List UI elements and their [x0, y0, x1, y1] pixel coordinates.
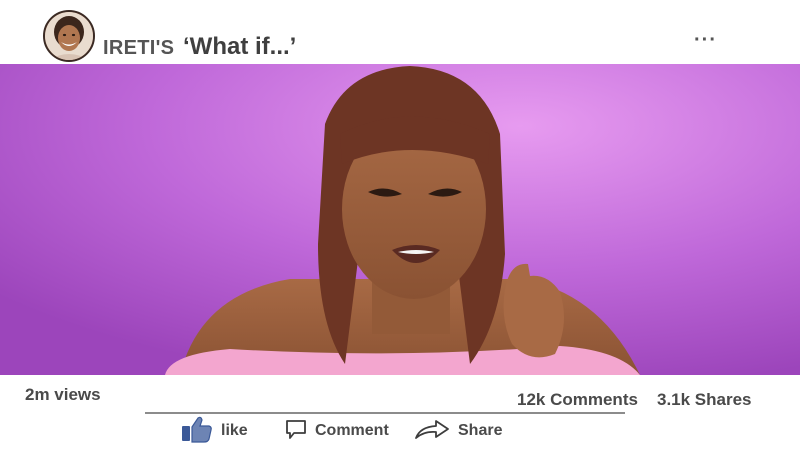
post-title: ‘What if...’ [183, 33, 297, 60]
avatar[interactable] [43, 10, 95, 62]
comment-bubble-icon [285, 418, 307, 445]
comment-button[interactable]: Comment [285, 415, 389, 447]
share-button[interactable]: Share [414, 415, 502, 447]
share-arrow-icon [414, 418, 450, 445]
share-label: Share [458, 422, 503, 439]
like-button[interactable]: like [181, 415, 248, 447]
comment-label: Comment [315, 422, 389, 439]
shares-count[interactable]: 3.1k Shares [657, 390, 752, 410]
video-frame[interactable] [0, 64, 800, 375]
author-name[interactable]: IRETI'S [103, 37, 174, 60]
views-count: 2m views [25, 385, 101, 404]
thumbs-up-icon [181, 415, 213, 448]
like-label: like [221, 422, 248, 439]
post-header: IRETI'S ‘What if...’ ··· [0, 0, 800, 64]
comments-count[interactable]: 12k Comments [517, 390, 638, 410]
action-bar: like Comment Share [0, 415, 800, 450]
divider [145, 412, 625, 414]
more-options-icon[interactable]: ··· [694, 29, 717, 52]
